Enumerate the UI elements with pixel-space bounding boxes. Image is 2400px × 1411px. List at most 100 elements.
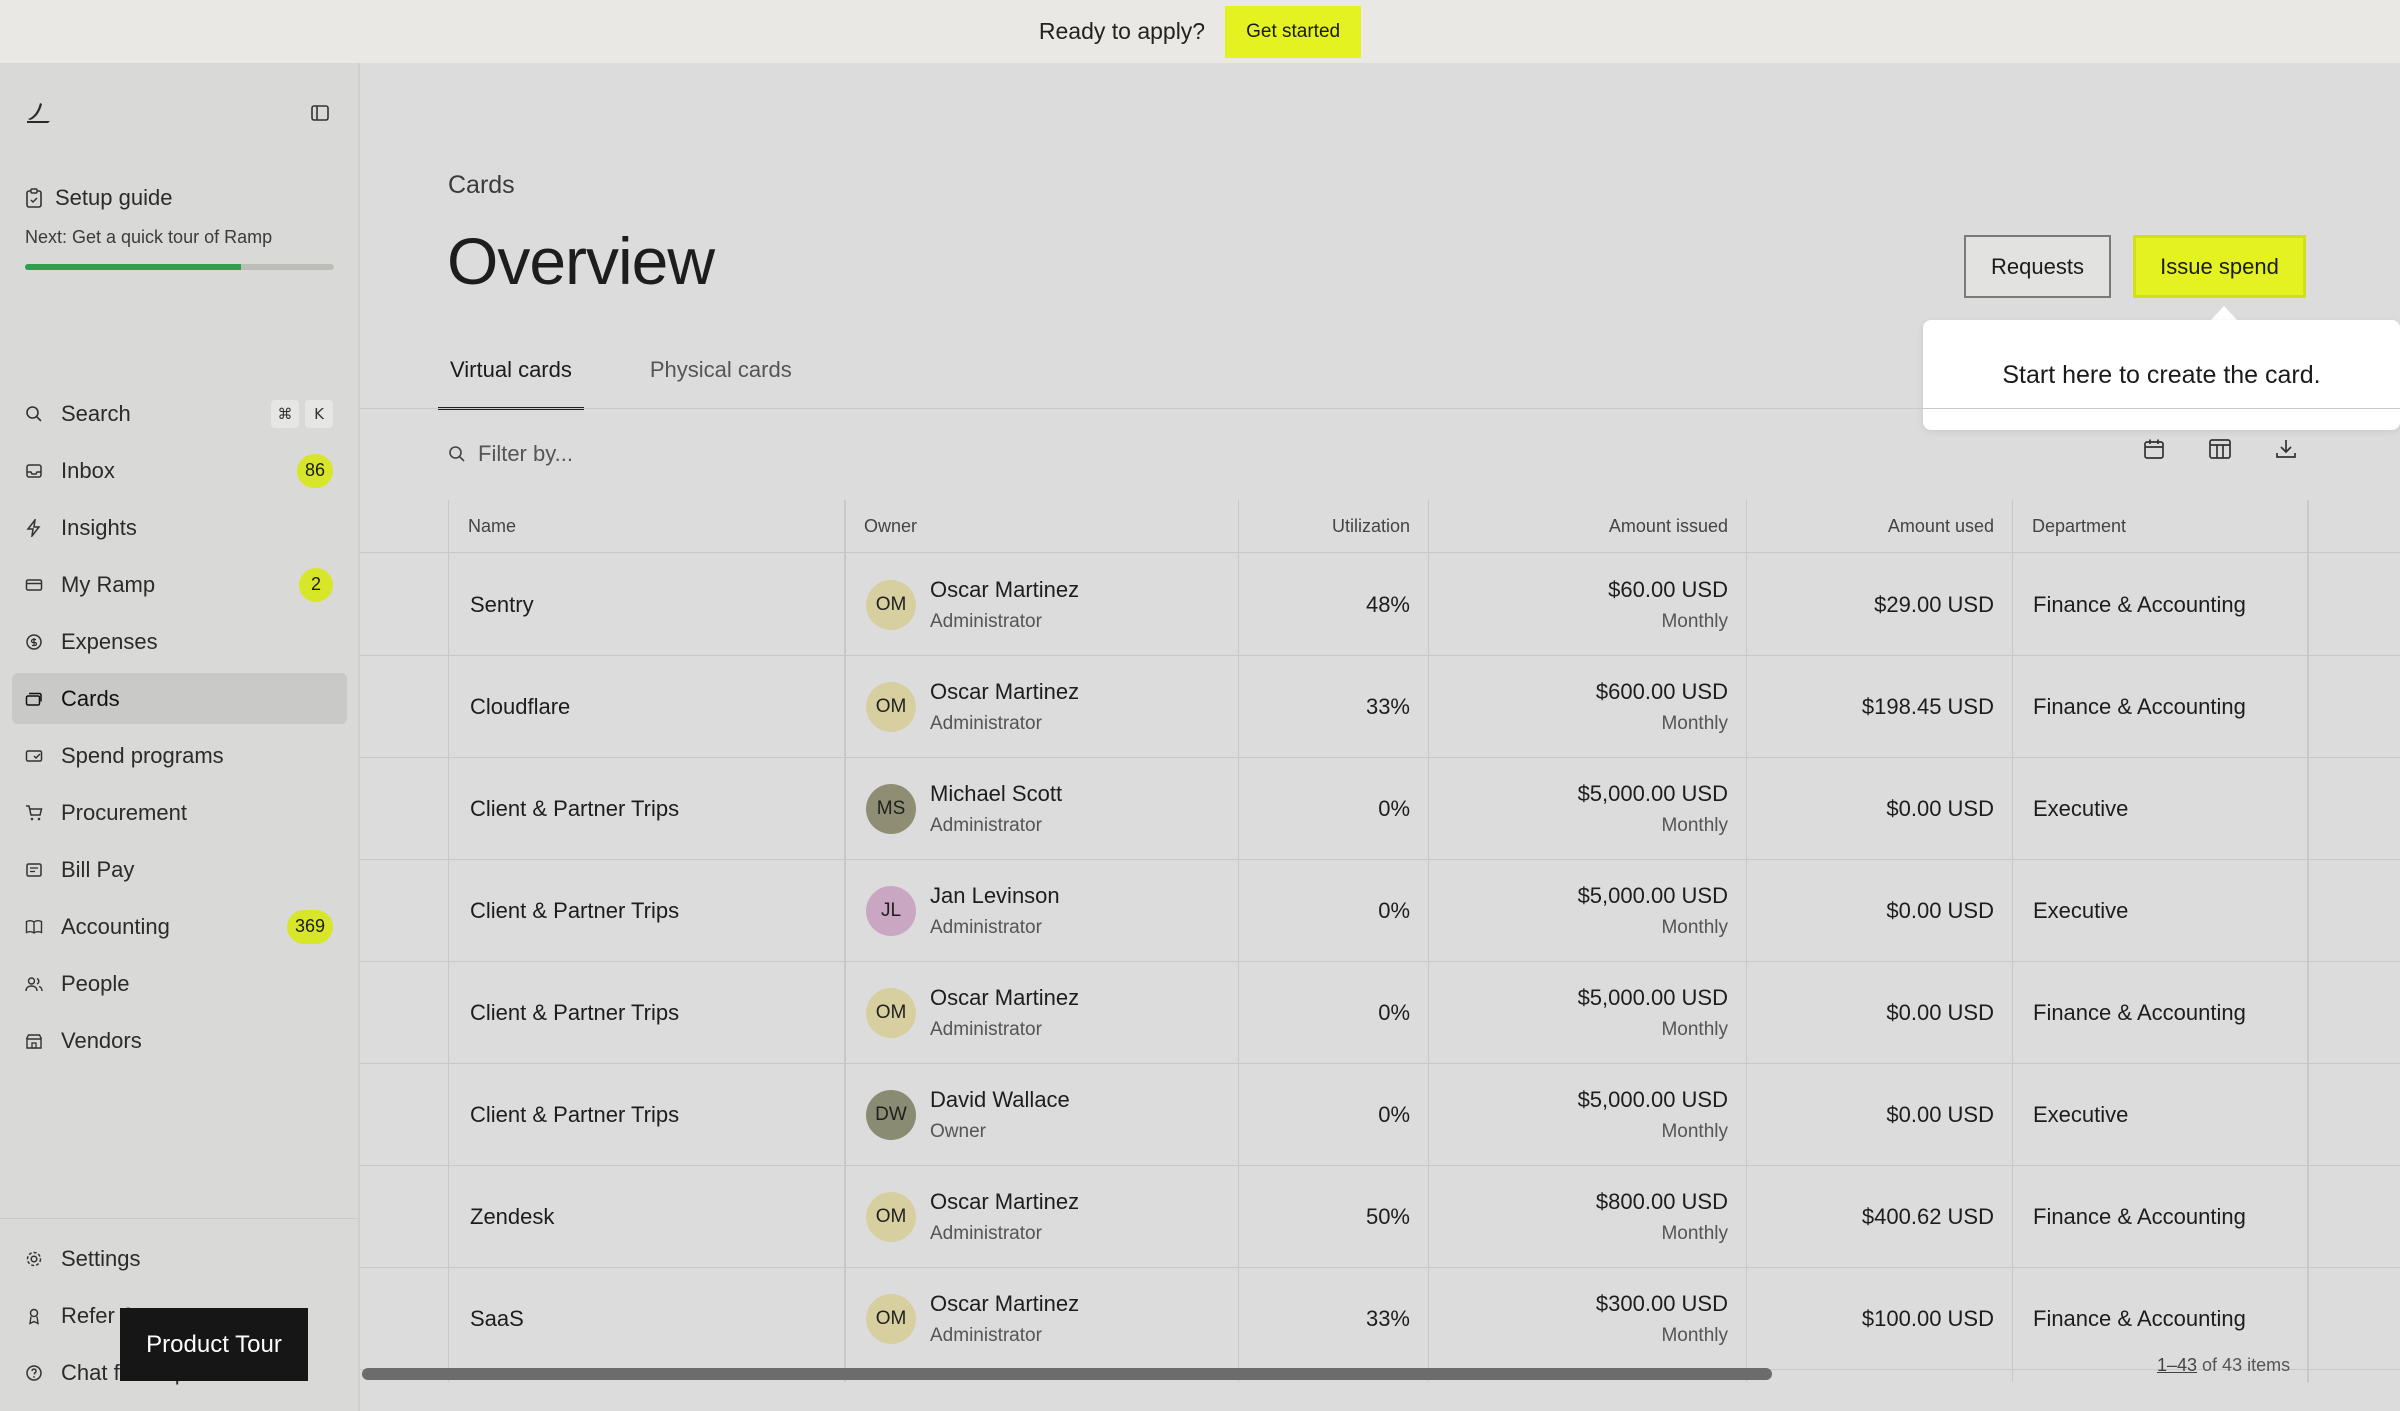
my-ramp-badge: 2: [299, 567, 333, 602]
sidebar-item-expenses[interactable]: Expenses: [12, 616, 347, 667]
owner-name: Oscar Martinez: [930, 576, 1080, 602]
sidebar-item-settings[interactable]: Settings: [12, 1233, 347, 1284]
requests-button[interactable]: Requests: [1964, 235, 2111, 298]
department: Executive: [2033, 897, 2129, 923]
avatar: OM: [866, 1191, 916, 1242]
amount-issued: $5,000.00 USD Monthly: [1428, 962, 1728, 1063]
sidebar-item-label: Spend programs: [61, 742, 224, 768]
utilization: 48%: [1365, 591, 1410, 617]
table-row[interactable]: Sentry OM Oscar Martinez Administrator 48…: [360, 554, 2400, 656]
calendar-icon[interactable]: [2142, 437, 2166, 461]
sidebar-nav: Search ⌘ K Inbox 86 Insights My Ramp 2 Exp…: [12, 388, 347, 1072]
sidebar-item-label: Search: [61, 400, 131, 426]
download-icon[interactable]: [2274, 437, 2298, 461]
owner-name: Oscar Martinez: [930, 1290, 1080, 1316]
column-header-name[interactable]: Name: [468, 500, 516, 552]
table-row[interactable]: Client & Partner Trips JL Jan Levinson Ad…: [360, 860, 2400, 962]
amount-issued-value: $5,000.00 USD: [1577, 984, 1728, 1010]
horizontal-scrollbar[interactable]: [362, 1368, 1772, 1380]
filter-input[interactable]: Filter by...: [448, 441, 573, 467]
card-name: Client & Partner Trips: [470, 897, 680, 923]
sidebar-item-cards[interactable]: Cards: [12, 673, 347, 724]
sidebar-item-spend-programs[interactable]: Spend programs: [12, 730, 347, 781]
column-header-amount-issued[interactable]: Amount issued: [1428, 500, 1728, 552]
store-icon: [25, 1033, 43, 1049]
department: Executive: [2033, 1101, 2129, 1127]
sidebar-item-my-ramp[interactable]: My Ramp 2: [12, 559, 347, 610]
tabs-divider: [360, 408, 2400, 409]
card-name: Client & Partner Trips: [470, 999, 680, 1025]
table-row[interactable]: Cloudflare OM Oscar Martinez Administrato…: [360, 656, 2400, 758]
department: Executive: [2033, 795, 2129, 821]
setup-guide[interactable]: Setup guide Next: Get a quick tour of Ra…: [25, 185, 335, 270]
amount-used: $0.00 USD: [1886, 1101, 1994, 1127]
card-owner: DW David Wallace Owner: [866, 1064, 1070, 1165]
get-started-button[interactable]: Get started: [1225, 5, 1362, 58]
card-owner: OM Oscar Martinez Administrator: [866, 1268, 1079, 1369]
tab-physical-cards[interactable]: Physical cards: [638, 353, 804, 410]
sidebar-collapse-icon[interactable]: [310, 103, 330, 123]
issue-spend-button[interactable]: Issue spend: [2133, 235, 2306, 298]
sidebar-item-insights[interactable]: Insights: [12, 502, 347, 553]
pagination-info: 1–43 of 43 items: [2157, 1355, 2290, 1376]
table-row[interactable]: Client & Partner Trips DW David Wallace O…: [360, 1064, 2400, 1166]
amount-used: $400.62 USD: [1861, 1203, 1994, 1229]
table-row[interactable]: SaaS OM Oscar Martinez Administrator 33% …: [360, 1268, 2400, 1370]
gift-icon: [29, 1308, 39, 1325]
sidebar-item-procurement[interactable]: Procurement: [12, 787, 347, 838]
card-owner: OM Oscar Martinez Administrator: [866, 1166, 1079, 1267]
ramp-logo-icon[interactable]: [24, 99, 54, 125]
table-row[interactable]: Zendesk OM Oscar Martinez Administrator 5…: [360, 1166, 2400, 1268]
sidebar-item-bill-pay[interactable]: Bill Pay: [12, 844, 347, 895]
amount-period: Monthly: [1661, 916, 1728, 938]
bill-icon: [26, 862, 42, 877]
column-header-utilization[interactable]: Utilization: [1238, 500, 1410, 552]
amount-issued-value: $300.00 USD: [1595, 1290, 1728, 1316]
utilization: 50%: [1365, 1203, 1410, 1229]
top-banner: Ready to apply? Get started: [0, 0, 2400, 63]
owner-role: Administrator: [930, 916, 1042, 938]
amount-used: $0.00 USD: [1886, 897, 1994, 923]
amount-issued: $5,000.00 USD Monthly: [1428, 758, 1728, 859]
table-row[interactable]: Client & Partner Trips MS Michael Scott A…: [360, 758, 2400, 860]
sidebar-item-inbox[interactable]: Inbox 86: [12, 445, 347, 496]
card-name: Client & Partner Trips: [470, 1101, 680, 1127]
card-name: SaaS: [470, 1305, 524, 1331]
amount-issued-value: $60.00 USD: [1608, 576, 1728, 602]
department: Finance & Accounting: [2033, 591, 2246, 617]
amount-issued-value: $800.00 USD: [1595, 1188, 1728, 1214]
page-title: Overview: [447, 224, 715, 298]
column-header-amount-used[interactable]: Amount used: [1746, 500, 1994, 552]
department: Finance & Accounting: [2033, 1305, 2246, 1331]
people-icon: [25, 976, 43, 991]
column-header-owner[interactable]: Owner: [864, 500, 917, 552]
table-row[interactable]: Client & Partner Trips OM Oscar Martinez…: [360, 962, 2400, 1064]
sidebar-item-vendors[interactable]: Vendors: [12, 1015, 347, 1066]
kbd-command: ⌘: [271, 399, 299, 428]
search-shortcut: ⌘ K: [271, 399, 333, 428]
column-header-department[interactable]: Department: [2032, 500, 2126, 552]
amount-used: $0.00 USD: [1886, 795, 1994, 821]
sidebar-item-accounting[interactable]: Accounting 369: [12, 901, 347, 952]
utilization: 33%: [1365, 693, 1410, 719]
department: Finance & Accounting: [2033, 1203, 2246, 1229]
book-icon: [25, 919, 43, 934]
sidebar-item-search[interactable]: Search ⌘ K: [12, 388, 347, 439]
breadcrumb[interactable]: Cards: [448, 171, 515, 200]
sidebar-divider: [0, 1218, 358, 1219]
clipboard-icon: [26, 188, 42, 208]
tab-virtual-cards[interactable]: Virtual cards: [438, 353, 584, 410]
card-name: Cloudflare: [470, 693, 571, 719]
product-tour-button[interactable]: Product Tour: [120, 1308, 308, 1381]
pagination-range[interactable]: 1–43: [2157, 1355, 2197, 1375]
card-owner: OM Oscar Martinez Administrator: [866, 656, 1079, 757]
owner-role: Administrator: [930, 1324, 1042, 1346]
columns-icon[interactable]: [2208, 437, 2232, 461]
sidebar-item-people[interactable]: People: [12, 958, 347, 1009]
kbd-k: K: [305, 399, 333, 428]
utilization: 0%: [1378, 1101, 1410, 1127]
card-icon: [25, 578, 43, 591]
sidebar-item-label: Cards: [61, 685, 120, 711]
main-content: Cards Overview Requests Issue spend Star…: [360, 63, 2400, 1411]
amount-period: Monthly: [1661, 1222, 1728, 1244]
